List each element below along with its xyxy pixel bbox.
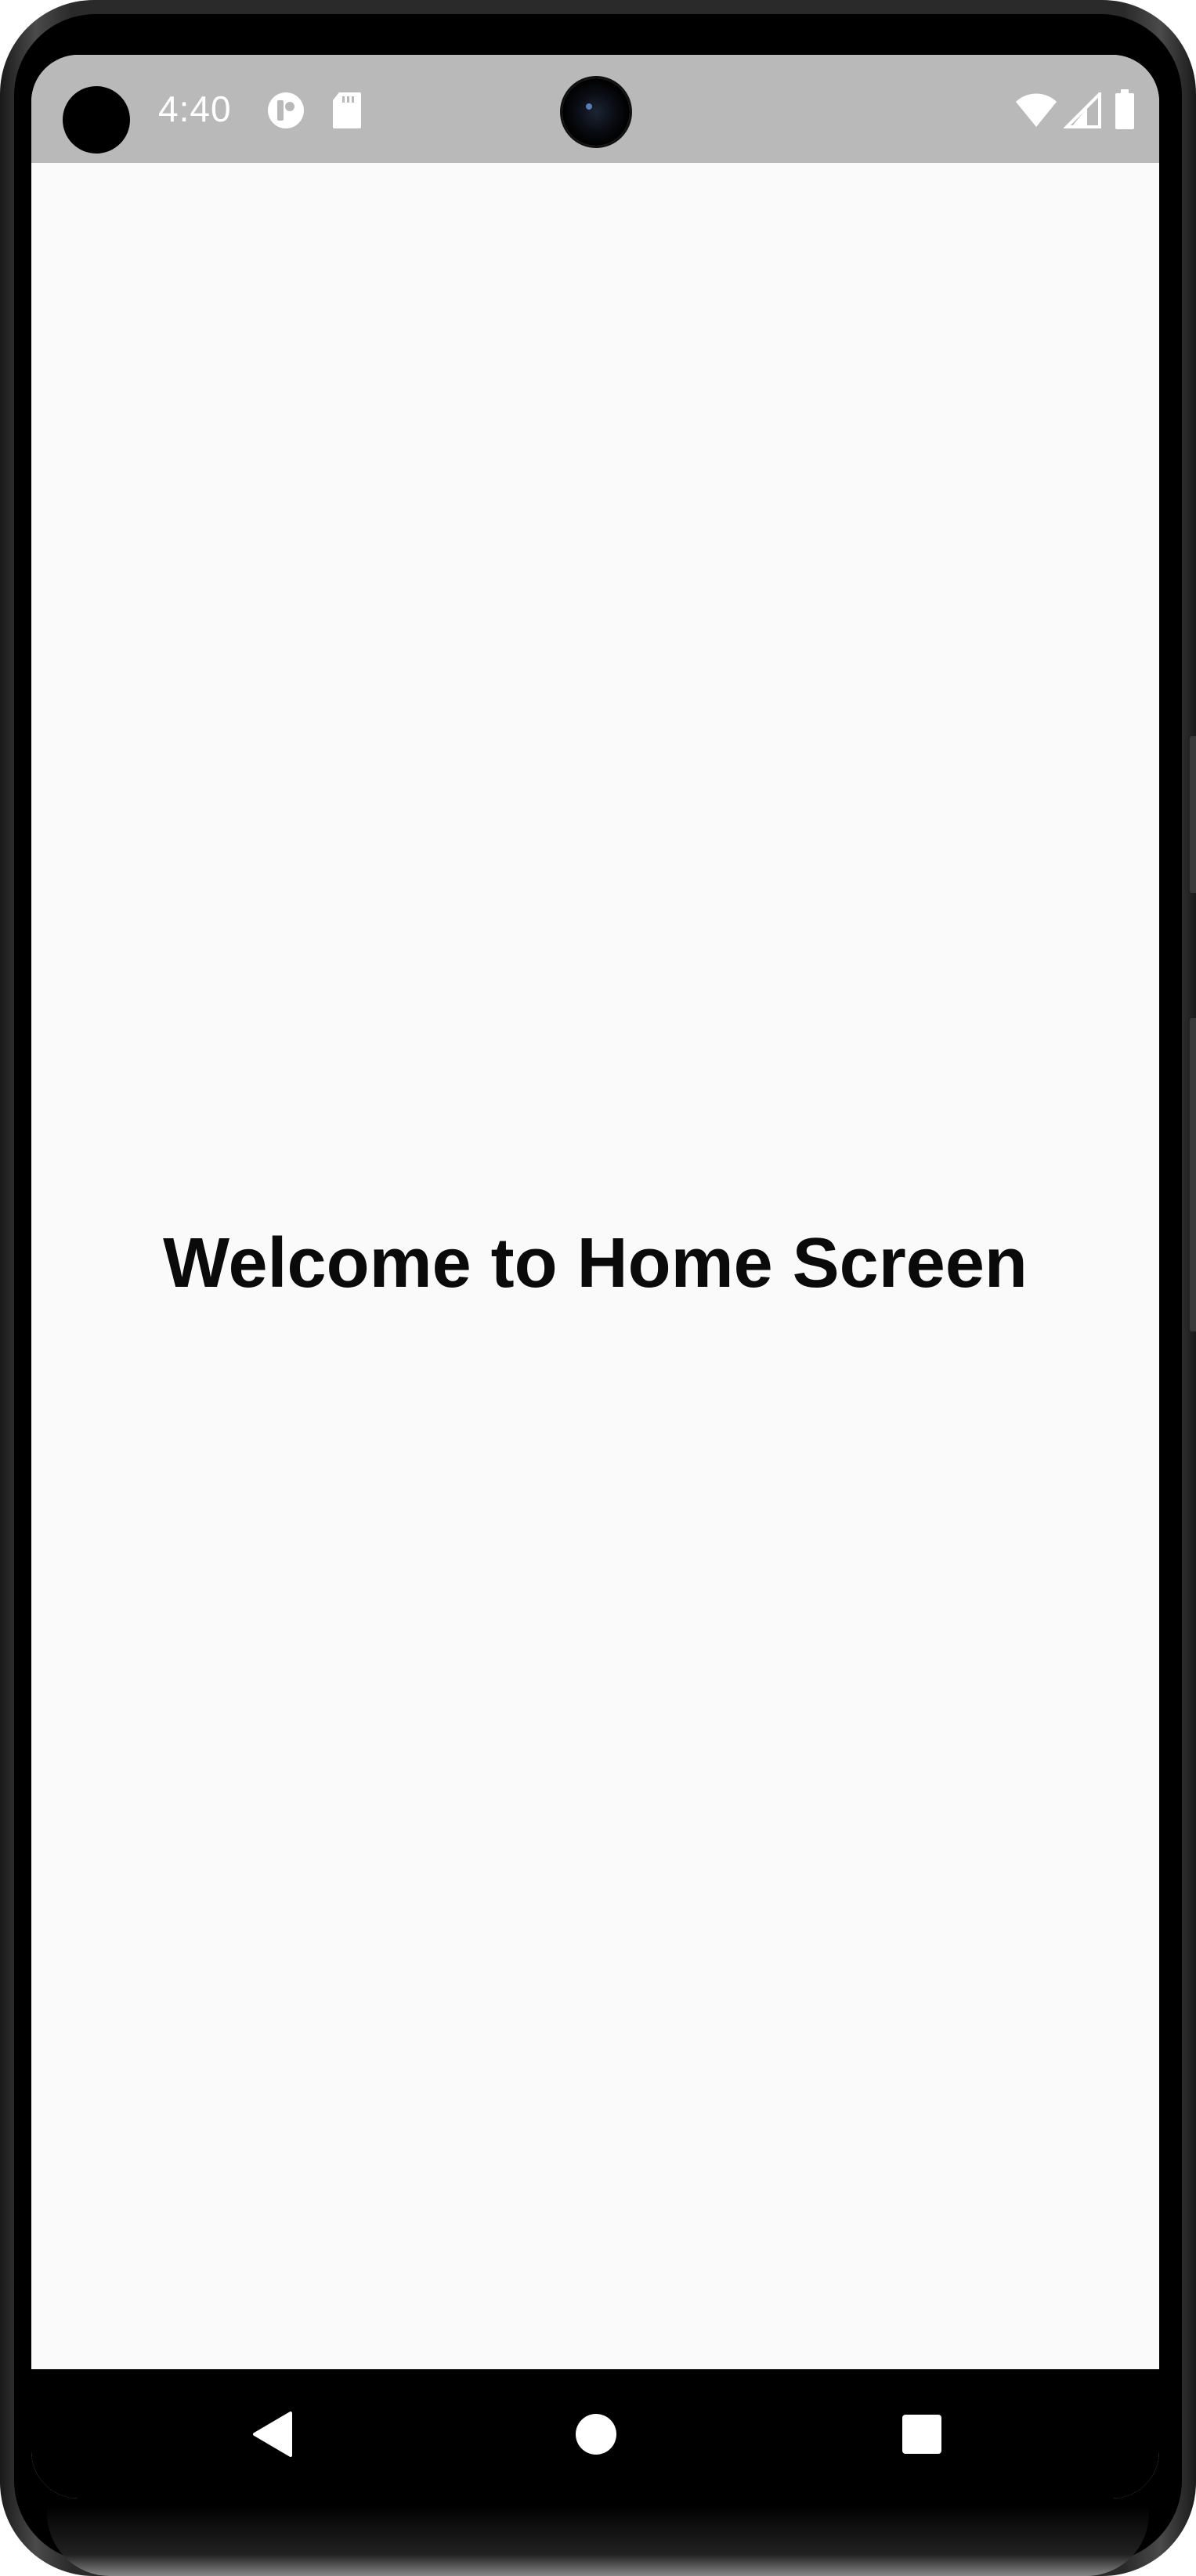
screen: 4:40 Welcome to Home Screen	[31, 55, 1159, 2498]
home-icon[interactable]	[569, 2407, 623, 2462]
home-screen-content: Welcome to Home Screen	[31, 163, 1159, 2369]
status-time: 4:40	[158, 89, 232, 129]
cell-signal-icon	[1063, 90, 1101, 132]
welcome-title: Welcome to Home Screen	[163, 1224, 1028, 1302]
sd-card-icon	[331, 91, 363, 133]
phone-frame: 4:40 Welcome to Home Screen	[0, 0, 1196, 2576]
status-bar: 4:40	[31, 55, 1159, 163]
phone-bottom-edge	[47, 2506, 1149, 2576]
battery-icon	[1114, 89, 1136, 133]
recents-icon[interactable]	[894, 2407, 949, 2462]
camera-cutout	[562, 78, 630, 146]
front-sensor	[63, 86, 130, 154]
wifi-icon	[1014, 92, 1058, 132]
volume-button	[1190, 736, 1196, 893]
navigation-bar	[31, 2369, 1159, 2498]
back-icon[interactable]	[244, 2407, 299, 2462]
notification-app-icon	[266, 91, 305, 133]
power-button	[1190, 1018, 1196, 1331]
